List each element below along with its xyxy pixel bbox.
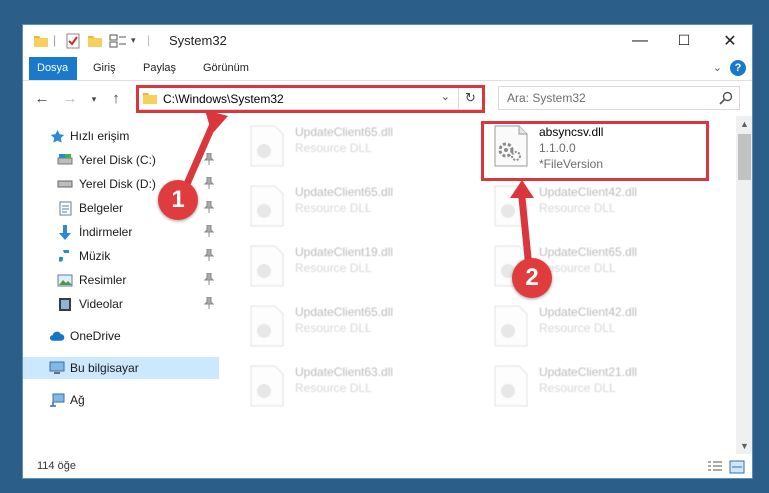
dll-file-icon	[250, 245, 284, 287]
details-view-icon[interactable]	[707, 460, 723, 474]
step-1-badge: 1	[158, 180, 198, 220]
help-icon[interactable]: ?	[730, 60, 746, 76]
list-item[interactable]: UpdateClient21.dll Resource DLL	[485, 361, 715, 411]
list-item[interactable]: UpdateClient65.dll Resource DLL	[241, 301, 471, 351]
pin-icon[interactable]	[204, 225, 214, 237]
sidebar-item-downloads[interactable]: İndirmeler	[23, 221, 219, 243]
pin-icon[interactable]	[204, 273, 214, 285]
list-item[interactable]: UpdateClient42.dll Resource DLL	[485, 181, 715, 231]
list-item[interactable]: UpdateClient42.dll Resource DLL	[485, 301, 715, 351]
pin-icon[interactable]	[204, 177, 214, 189]
tab-paylas[interactable]: Paylaş	[135, 57, 184, 80]
expand-ribbon-icon[interactable]: ⌄	[713, 61, 722, 74]
tab-giris[interactable]: Giriş	[85, 57, 124, 80]
tab-gorunum[interactable]: Görünüm	[195, 57, 257, 80]
navigation-pane: Hızlı erişim Yerel Disk (C:) Yerel Disk …	[23, 121, 219, 451]
forward-arrow-icon[interactable]: →	[61, 89, 79, 109]
list-item[interactable]: UpdateClient63.dll Resource DLL	[241, 361, 471, 411]
dll-file-icon	[250, 365, 284, 407]
dll-file-icon	[494, 305, 528, 347]
title-bar: | ▾ | System32 — ☐ ✕	[23, 25, 752, 57]
sidebar-item-videos[interactable]: Videolar	[23, 293, 219, 315]
search-box[interactable]	[498, 86, 740, 110]
item-count: 114 öğe	[37, 460, 76, 472]
navigation-bar: ← → ▾ ↑ C:\Windows\System32 ⌄ ↻	[23, 82, 752, 116]
address-path[interactable]: C:\Windows\System32	[163, 92, 284, 106]
sidebar-item-onedrive[interactable]: OneDrive	[23, 325, 219, 347]
pin-icon[interactable]	[204, 153, 214, 165]
dll-file-icon	[250, 185, 284, 227]
cloud-icon	[49, 328, 65, 344]
back-arrow-icon[interactable]: ←	[33, 89, 51, 109]
scroll-thumb[interactable]	[738, 134, 751, 180]
videos-icon	[57, 296, 73, 312]
scroll-up-icon[interactable]: ▲	[736, 116, 752, 132]
star-icon	[49, 128, 65, 144]
file-version-label: *FileVersion	[539, 157, 604, 171]
dll-file-icon	[494, 125, 528, 167]
music-icon	[57, 248, 73, 264]
network-icon	[49, 392, 65, 408]
sidebar-item-music[interactable]: Müzik	[23, 245, 219, 267]
properties-icon[interactable]	[65, 33, 81, 49]
status-bar: 114 öğe	[23, 455, 752, 478]
pin-icon[interactable]	[204, 297, 214, 309]
file-list: UpdateClient65.dll Resource DLL UpdateCl…	[237, 121, 737, 451]
new-folder-icon[interactable]	[87, 33, 103, 49]
divider: |	[147, 33, 151, 47]
list-item[interactable]: UpdateClient19.dll Resource DLL	[241, 241, 471, 291]
computer-icon	[49, 360, 65, 376]
file-absyncsv[interactable]: absyncsv.dll 1.1.0.0 *FileVersion	[485, 121, 715, 171]
pin-icon[interactable]	[204, 249, 214, 261]
quick-access-dropdown-icon[interactable]: ▾	[131, 35, 141, 51]
sidebar-item-pictures[interactable]: Resimler	[23, 269, 219, 291]
sidebar-item-network[interactable]: Ağ	[23, 389, 219, 411]
ribbon-tabs: Dosya Giriş Paylaş Görünüm ⌄ ?	[23, 57, 752, 81]
minimize-button[interactable]: —	[617, 25, 663, 56]
sidebar-item-local-disk-c[interactable]: Yerel Disk (C:)	[23, 149, 219, 171]
folder-icon	[143, 93, 157, 104]
scroll-down-icon[interactable]: ▼	[736, 438, 752, 454]
download-icon	[57, 224, 73, 240]
documents-icon	[57, 200, 73, 216]
vertical-scrollbar[interactable]: ▲ ▼	[736, 116, 752, 454]
pictures-icon	[57, 272, 73, 288]
file-explorer-window: | ▾ | System32 — ☐ ✕ Dosya Giriş Paylaş …	[22, 24, 753, 479]
dll-file-icon	[250, 305, 284, 347]
customize-toolbar-icon[interactable]	[109, 33, 127, 49]
up-arrow-icon[interactable]: ↑	[107, 89, 125, 109]
dll-file-icon	[250, 125, 284, 167]
dll-file-icon	[494, 185, 528, 227]
dll-file-icon	[494, 365, 528, 407]
drive-icon	[57, 176, 73, 192]
tab-dosya[interactable]: Dosya	[29, 57, 77, 80]
folder-icon[interactable]	[33, 33, 49, 49]
file-version: 1.1.0.0	[539, 141, 576, 155]
file-name: absyncsv.dll	[539, 125, 604, 139]
address-dropdown-icon[interactable]: ⌄	[441, 90, 450, 103]
divider: |	[53, 33, 57, 47]
pin-icon[interactable]	[204, 201, 214, 213]
search-icon[interactable]	[719, 91, 733, 105]
maximize-button[interactable]: ☐	[661, 25, 707, 56]
list-item[interactable]: UpdateClient65.dll Resource DLL	[241, 121, 471, 171]
close-button[interactable]: ✕	[707, 25, 752, 56]
large-icons-view-icon[interactable]	[729, 460, 745, 474]
drive-icon	[57, 152, 73, 168]
list-item[interactable]: UpdateClient65.dll Resource DLL	[241, 181, 471, 231]
address-bar[interactable]: C:\Windows\System32 ⌄ ↻	[136, 86, 483, 110]
recent-locations-icon[interactable]: ▾	[85, 89, 103, 109]
sidebar-item-quick-access[interactable]: Hızlı erişim	[23, 125, 219, 147]
window-title: System32	[169, 33, 227, 48]
sidebar-item-this-pc[interactable]: Bu bilgisayar	[23, 357, 219, 379]
step-2-badge: 2	[512, 258, 552, 298]
refresh-icon[interactable]: ↻	[458, 87, 482, 109]
search-input[interactable]	[499, 87, 714, 109]
